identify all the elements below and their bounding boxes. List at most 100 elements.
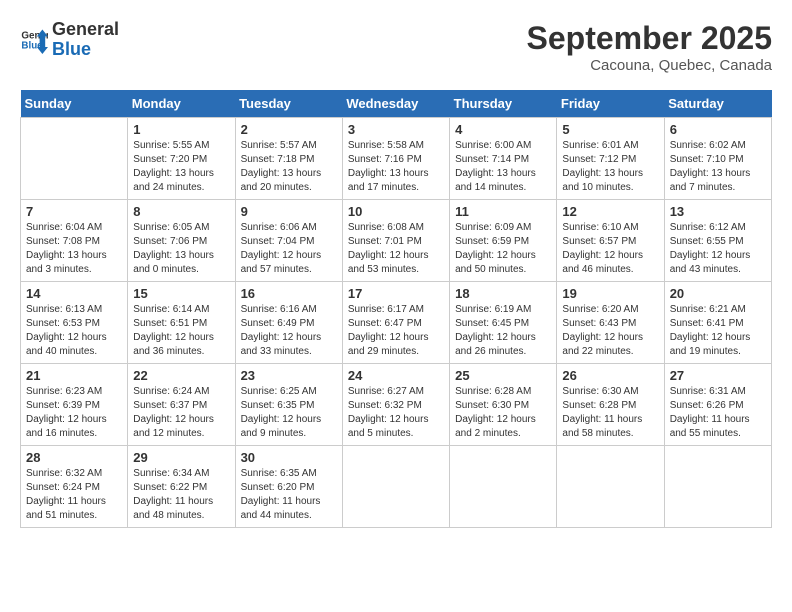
week-row-2: 7 Sunrise: 6:04 AM Sunset: 7:08 PM Daylig… <box>21 200 772 282</box>
day-info: Sunrise: 6:34 AM Sunset: 6:22 PM Dayligh… <box>133 467 229 523</box>
day-info: Sunrise: 6:19 AM Sunset: 6:45 PM Dayligh… <box>455 303 551 359</box>
day-info: Sunrise: 6:05 AM Sunset: 7:06 PM Dayligh… <box>133 221 229 277</box>
day-info: Sunrise: 5:58 AM Sunset: 7:16 PM Dayligh… <box>348 139 444 195</box>
day-number: 13 <box>670 204 766 219</box>
day-info: Sunrise: 6:17 AM Sunset: 6:47 PM Dayligh… <box>348 303 444 359</box>
day-number: 4 <box>455 122 551 137</box>
logo-text: General Blue <box>52 20 119 60</box>
day-cell: 2Sunrise: 5:57 AM Sunset: 7:18 PM Daylig… <box>235 118 342 200</box>
page-header: General Blue General Blue September 2025… <box>20 20 772 74</box>
day-number: 26 <box>562 368 658 383</box>
day-cell: 22 Sunrise: 6:24 AM Sunset: 6:37 PM Dayli… <box>128 364 235 446</box>
day-number: 29 <box>133 450 229 465</box>
day-info: Sunrise: 5:57 AM Sunset: 7:18 PM Dayligh… <box>241 139 337 195</box>
day-number: 15 <box>133 286 229 301</box>
day-number: 12 <box>562 204 658 219</box>
week-row-1: 1 Sunrise: 5:55 AM Sunset: 7:20 PM Daylig… <box>21 118 772 200</box>
day-cell: 17Sunrise: 6:17 AM Sunset: 6:47 PM Dayli… <box>342 282 449 364</box>
day-info: Sunrise: 6:14 AM Sunset: 6:51 PM Dayligh… <box>133 303 229 359</box>
day-cell: 28 Sunrise: 6:32 AM Sunset: 6:24 PM Dayli… <box>21 446 128 528</box>
day-info: Sunrise: 6:00 AM Sunset: 7:14 PM Dayligh… <box>455 139 551 195</box>
day-number: 18 <box>455 286 551 301</box>
day-info: Sunrise: 6:35 AM Sunset: 6:20 PM Dayligh… <box>241 467 337 523</box>
day-cell: 29 Sunrise: 6:34 AM Sunset: 6:22 PM Dayli… <box>128 446 235 528</box>
day-cell: 8 Sunrise: 6:05 AM Sunset: 7:06 PM Daylig… <box>128 200 235 282</box>
week-row-3: 14Sunrise: 6:13 AM Sunset: 6:53 PM Dayli… <box>21 282 772 364</box>
day-cell <box>342 446 449 528</box>
day-number: 19 <box>562 286 658 301</box>
day-number: 16 <box>241 286 337 301</box>
day-cell: 14Sunrise: 6:13 AM Sunset: 6:53 PM Dayli… <box>21 282 128 364</box>
day-info: Sunrise: 6:02 AM Sunset: 7:10 PM Dayligh… <box>670 139 766 195</box>
day-info: Sunrise: 6:25 AM Sunset: 6:35 PM Dayligh… <box>241 385 337 441</box>
day-cell: 16 Sunrise: 6:16 AM Sunset: 6:49 PM Dayli… <box>235 282 342 364</box>
day-info: Sunrise: 6:24 AM Sunset: 6:37 PM Dayligh… <box>133 385 229 441</box>
day-info: Sunrise: 6:32 AM Sunset: 6:24 PM Dayligh… <box>26 467 122 523</box>
title-block: September 2025 Cacouna, Quebec, Canada <box>527 20 772 74</box>
day-number: 30 <box>241 450 337 465</box>
calendar-table: SundayMondayTuesdayWednesdayThursdayFrid… <box>20 90 772 528</box>
day-info: Sunrise: 6:06 AM Sunset: 7:04 PM Dayligh… <box>241 221 337 277</box>
day-number: 20 <box>670 286 766 301</box>
col-header-tuesday: Tuesday <box>235 90 342 118</box>
day-cell: 5 Sunrise: 6:01 AM Sunset: 7:12 PM Daylig… <box>557 118 664 200</box>
day-info: Sunrise: 6:12 AM Sunset: 6:55 PM Dayligh… <box>670 221 766 277</box>
day-info: Sunrise: 6:01 AM Sunset: 7:12 PM Dayligh… <box>562 139 658 195</box>
day-number: 10 <box>348 204 444 219</box>
location-subtitle: Cacouna, Quebec, Canada <box>527 57 772 74</box>
day-number: 22 <box>133 368 229 383</box>
day-info: Sunrise: 6:28 AM Sunset: 6:30 PM Dayligh… <box>455 385 551 441</box>
day-cell: 9Sunrise: 6:06 AM Sunset: 7:04 PM Daylig… <box>235 200 342 282</box>
day-info: Sunrise: 6:04 AM Sunset: 7:08 PM Dayligh… <box>26 221 122 277</box>
day-cell: 30 Sunrise: 6:35 AM Sunset: 6:20 PM Dayli… <box>235 446 342 528</box>
day-cell: 26 Sunrise: 6:30 AM Sunset: 6:28 PM Dayli… <box>557 364 664 446</box>
day-number: 8 <box>133 204 229 219</box>
day-number: 3 <box>348 122 444 137</box>
day-number: 25 <box>455 368 551 383</box>
day-info: Sunrise: 6:30 AM Sunset: 6:28 PM Dayligh… <box>562 385 658 441</box>
day-cell: 13 Sunrise: 6:12 AM Sunset: 6:55 PM Dayli… <box>664 200 771 282</box>
logo-icon: General Blue <box>20 26 48 54</box>
day-info: Sunrise: 5:55 AM Sunset: 7:20 PM Dayligh… <box>133 139 229 195</box>
day-number: 21 <box>26 368 122 383</box>
col-header-saturday: Saturday <box>664 90 771 118</box>
day-number: 6 <box>670 122 766 137</box>
day-info: Sunrise: 6:20 AM Sunset: 6:43 PM Dayligh… <box>562 303 658 359</box>
day-cell: 1 Sunrise: 5:55 AM Sunset: 7:20 PM Daylig… <box>128 118 235 200</box>
day-number: 1 <box>133 122 229 137</box>
day-number: 7 <box>26 204 122 219</box>
day-cell: 25 Sunrise: 6:28 AM Sunset: 6:30 PM Dayli… <box>450 364 557 446</box>
day-cell: 6 Sunrise: 6:02 AM Sunset: 7:10 PM Daylig… <box>664 118 771 200</box>
week-row-5: 28 Sunrise: 6:32 AM Sunset: 6:24 PM Dayli… <box>21 446 772 528</box>
day-number: 28 <box>26 450 122 465</box>
day-info: Sunrise: 6:10 AM Sunset: 6:57 PM Dayligh… <box>562 221 658 277</box>
day-cell: 18 Sunrise: 6:19 AM Sunset: 6:45 PM Dayli… <box>450 282 557 364</box>
day-cell: 21 Sunrise: 6:23 AM Sunset: 6:39 PM Dayli… <box>21 364 128 446</box>
col-header-sunday: Sunday <box>21 90 128 118</box>
day-number: 11 <box>455 204 551 219</box>
day-info: Sunrise: 6:16 AM Sunset: 6:49 PM Dayligh… <box>241 303 337 359</box>
day-number: 14 <box>26 286 122 301</box>
week-row-4: 21 Sunrise: 6:23 AM Sunset: 6:39 PM Dayli… <box>21 364 772 446</box>
col-header-wednesday: Wednesday <box>342 90 449 118</box>
logo: General Blue General Blue <box>20 20 119 60</box>
day-cell: 10Sunrise: 6:08 AM Sunset: 7:01 PM Dayli… <box>342 200 449 282</box>
day-cell: 7 Sunrise: 6:04 AM Sunset: 7:08 PM Daylig… <box>21 200 128 282</box>
day-cell: 15 Sunrise: 6:14 AM Sunset: 6:51 PM Dayli… <box>128 282 235 364</box>
day-info: Sunrise: 6:09 AM Sunset: 6:59 PM Dayligh… <box>455 221 551 277</box>
day-cell: 23Sunrise: 6:25 AM Sunset: 6:35 PM Dayli… <box>235 364 342 446</box>
day-cell <box>450 446 557 528</box>
day-info: Sunrise: 6:21 AM Sunset: 6:41 PM Dayligh… <box>670 303 766 359</box>
day-cell: 24 Sunrise: 6:27 AM Sunset: 6:32 PM Dayli… <box>342 364 449 446</box>
col-header-monday: Monday <box>128 90 235 118</box>
day-cell: 27Sunrise: 6:31 AM Sunset: 6:26 PM Dayli… <box>664 364 771 446</box>
day-cell: 19 Sunrise: 6:20 AM Sunset: 6:43 PM Dayli… <box>557 282 664 364</box>
day-info: Sunrise: 6:23 AM Sunset: 6:39 PM Dayligh… <box>26 385 122 441</box>
day-info: Sunrise: 6:27 AM Sunset: 6:32 PM Dayligh… <box>348 385 444 441</box>
day-cell <box>557 446 664 528</box>
day-cell: 3 Sunrise: 5:58 AM Sunset: 7:16 PM Daylig… <box>342 118 449 200</box>
day-number: 24 <box>348 368 444 383</box>
day-cell <box>664 446 771 528</box>
col-header-friday: Friday <box>557 90 664 118</box>
day-number: 5 <box>562 122 658 137</box>
